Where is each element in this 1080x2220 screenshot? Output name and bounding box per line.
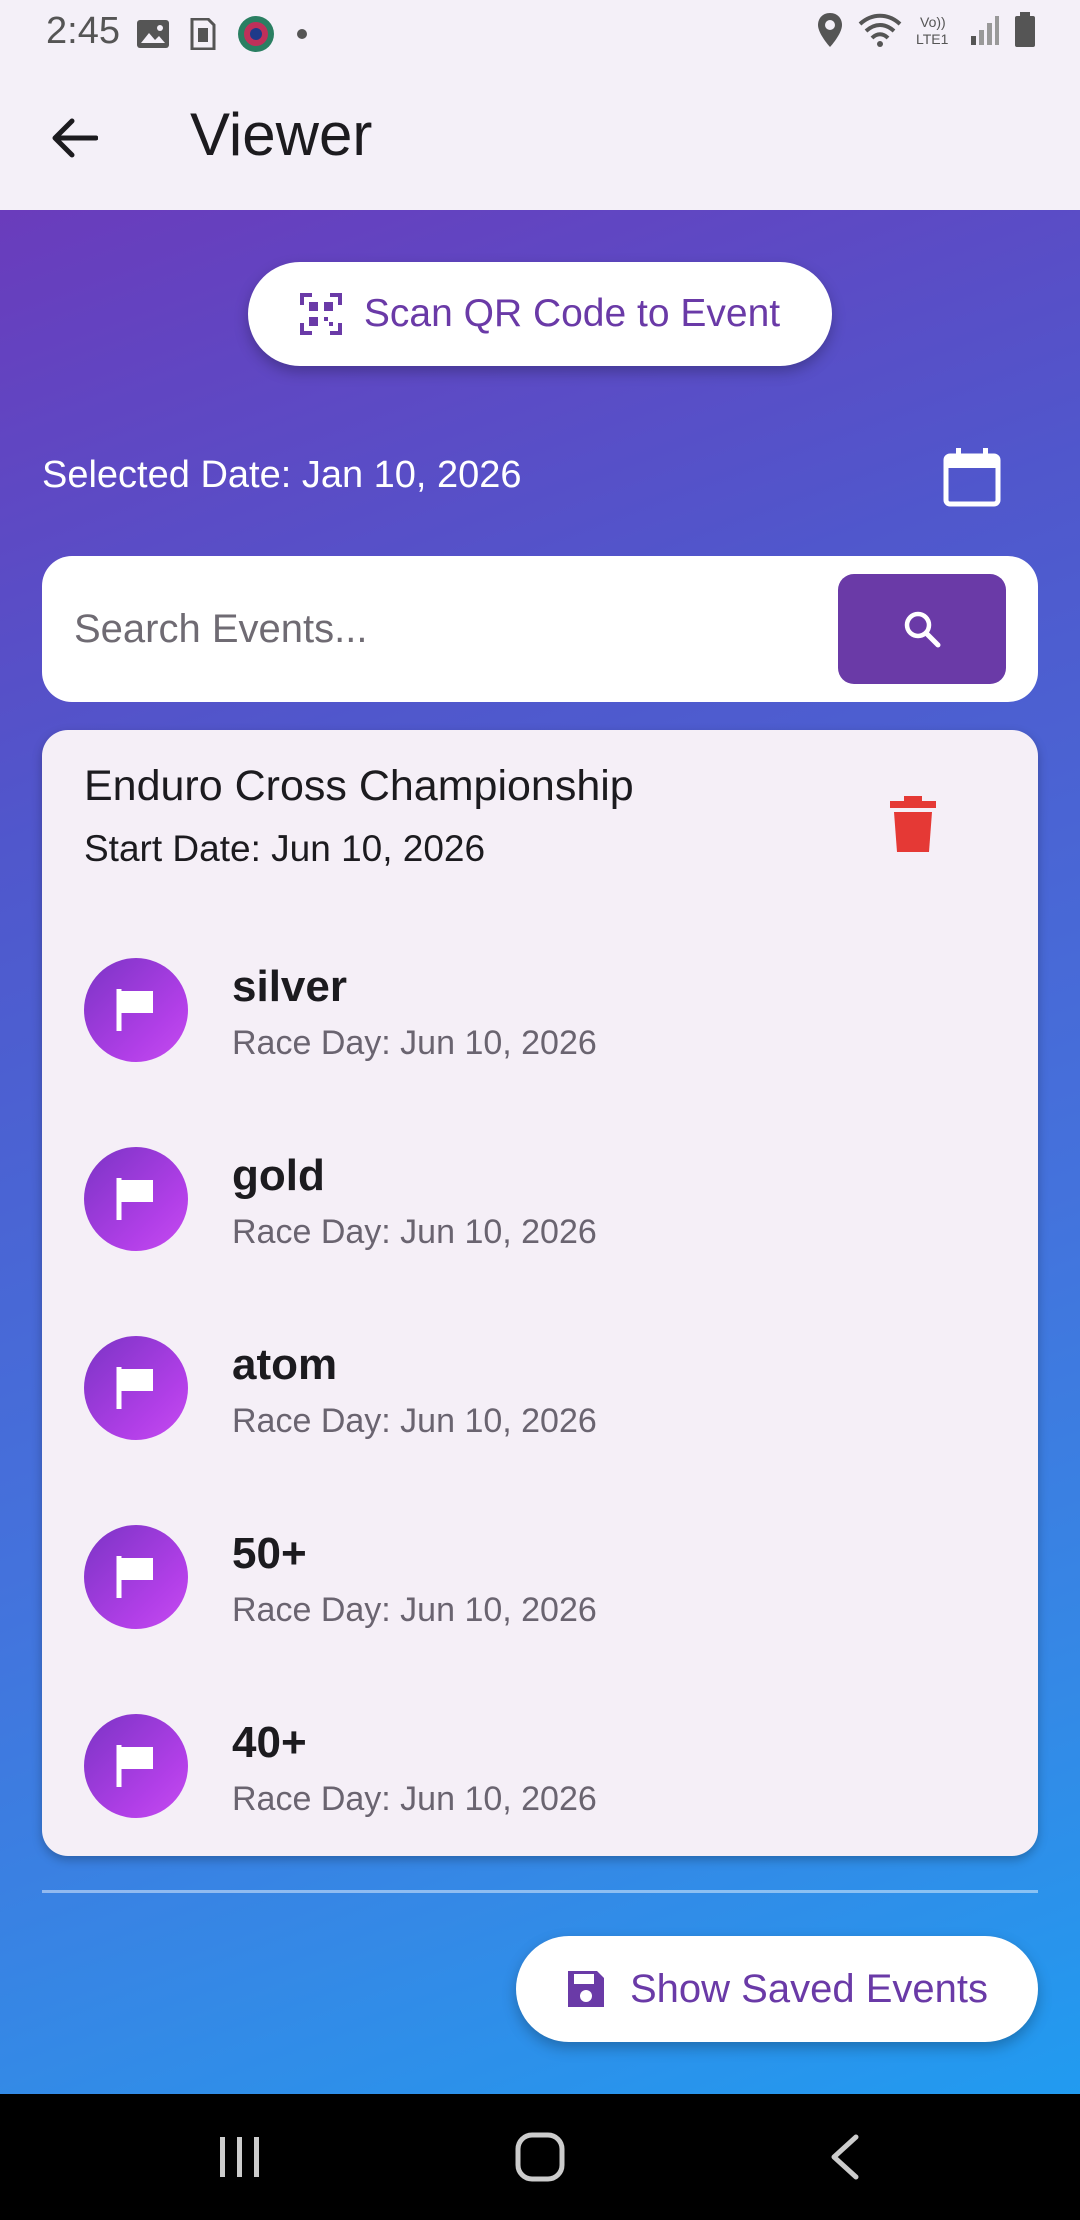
- recent-apps-button[interactable]: [200, 2124, 280, 2190]
- race-name: atom: [232, 1340, 338, 1389]
- status-bar: 2:45 Vo)) LTE1: [0, 0, 1080, 64]
- calendar-button[interactable]: [940, 446, 1004, 510]
- flag-icon: [116, 1178, 153, 1220]
- race-item[interactable]: silver Race Day: Jun 10, 2026: [42, 930, 1038, 1090]
- wifi-icon: [858, 13, 902, 47]
- race-item[interactable]: gold Race Day: Jun 10, 2026: [42, 1119, 1038, 1279]
- flag-icon: [116, 1556, 153, 1598]
- home-button[interactable]: [500, 2124, 580, 2190]
- show-saved-events-button[interactable]: Show Saved Events: [516, 1936, 1038, 2042]
- home-icon: [515, 2132, 565, 2182]
- race-day: Race Day: Jun 10, 2026: [232, 1024, 597, 1062]
- race-avatar: [84, 1336, 188, 1440]
- show-saved-events-label: Show Saved Events: [630, 1966, 988, 2011]
- status-right-icons: Vo)) LTE1: [816, 12, 1036, 48]
- event-card[interactable]: Enduro Cross Championship Start Date: Ju…: [42, 730, 1038, 1856]
- location-icon: [818, 13, 842, 47]
- system-nav-bar: [0, 2094, 1080, 2220]
- dot-icon: [297, 29, 307, 39]
- floppy-disk-icon: [568, 1971, 604, 2007]
- calendar-icon: [943, 448, 1001, 507]
- event-start-date: Start Date: Jun 10, 2026: [84, 828, 486, 869]
- arrow-left-icon: [52, 118, 98, 158]
- race-day: Race Day: Jun 10, 2026: [232, 1213, 597, 1251]
- race-day: Race Day: Jun 10, 2026: [232, 1780, 597, 1818]
- race-day: Race Day: Jun 10, 2026: [232, 1591, 597, 1629]
- recent-apps-icon: [220, 2137, 259, 2177]
- race-item[interactable]: atom Race Day: Jun 10, 2026: [42, 1308, 1038, 1468]
- sim-card-icon: [190, 18, 216, 50]
- flag-icon: [116, 1745, 153, 1787]
- svg-text:Vo)): Vo)): [920, 14, 946, 30]
- race-day: Race Day: Jun 10, 2026: [232, 1402, 597, 1440]
- race-item[interactable]: 50+ Race Day: Jun 10, 2026: [42, 1497, 1038, 1657]
- delete-event-button[interactable]: [888, 796, 938, 854]
- app-badge-icon: [238, 16, 274, 52]
- race-name: silver: [232, 962, 347, 1011]
- battery-icon: [1015, 12, 1035, 47]
- app-bar: Viewer: [0, 64, 1080, 210]
- race-name: gold: [232, 1151, 325, 1200]
- flag-icon: [116, 1367, 153, 1409]
- divider: [42, 1890, 1038, 1893]
- main-content: Scan QR Code to Event Selected Date: Jan…: [0, 210, 1080, 2094]
- event-title: Enduro Cross Championship: [84, 762, 634, 810]
- status-left-icons: [136, 14, 308, 54]
- race-item[interactable]: 40+ Race Day: Jun 10, 2026: [42, 1686, 1038, 1846]
- date-row: Selected Date: Jan 10, 2026: [42, 442, 1038, 516]
- race-avatar: [84, 1714, 188, 1818]
- race-avatar: [84, 1525, 188, 1629]
- race-avatar: [84, 1147, 188, 1251]
- page-title: Viewer: [190, 101, 373, 168]
- flag-icon: [116, 989, 153, 1031]
- selected-date-text: Selected Date: Jan 10, 2026: [42, 454, 522, 496]
- qr-code-icon: [299, 293, 342, 335]
- chevron-left-icon: [831, 2134, 859, 2180]
- scan-qr-button[interactable]: Scan QR Code to Event: [248, 262, 832, 366]
- search-button[interactable]: [838, 574, 1006, 684]
- trash-icon: [890, 796, 936, 852]
- race-name: 40+: [232, 1718, 307, 1767]
- race-avatar: [84, 958, 188, 1062]
- search-icon: [904, 611, 941, 648]
- gallery-icon: [137, 20, 169, 48]
- volte-icon: Vo)) LTE1: [916, 14, 949, 47]
- back-nav-button[interactable]: [804, 2124, 884, 2190]
- search-input[interactable]: [74, 594, 834, 664]
- search-bar: [42, 556, 1038, 702]
- status-time: 2:45: [46, 10, 120, 52]
- back-button[interactable]: [44, 108, 104, 168]
- race-name: 50+: [232, 1529, 307, 1578]
- scan-qr-label: Scan QR Code to Event: [363, 292, 781, 335]
- signal-icon: [971, 16, 999, 45]
- svg-text:LTE1: LTE1: [916, 31, 949, 47]
